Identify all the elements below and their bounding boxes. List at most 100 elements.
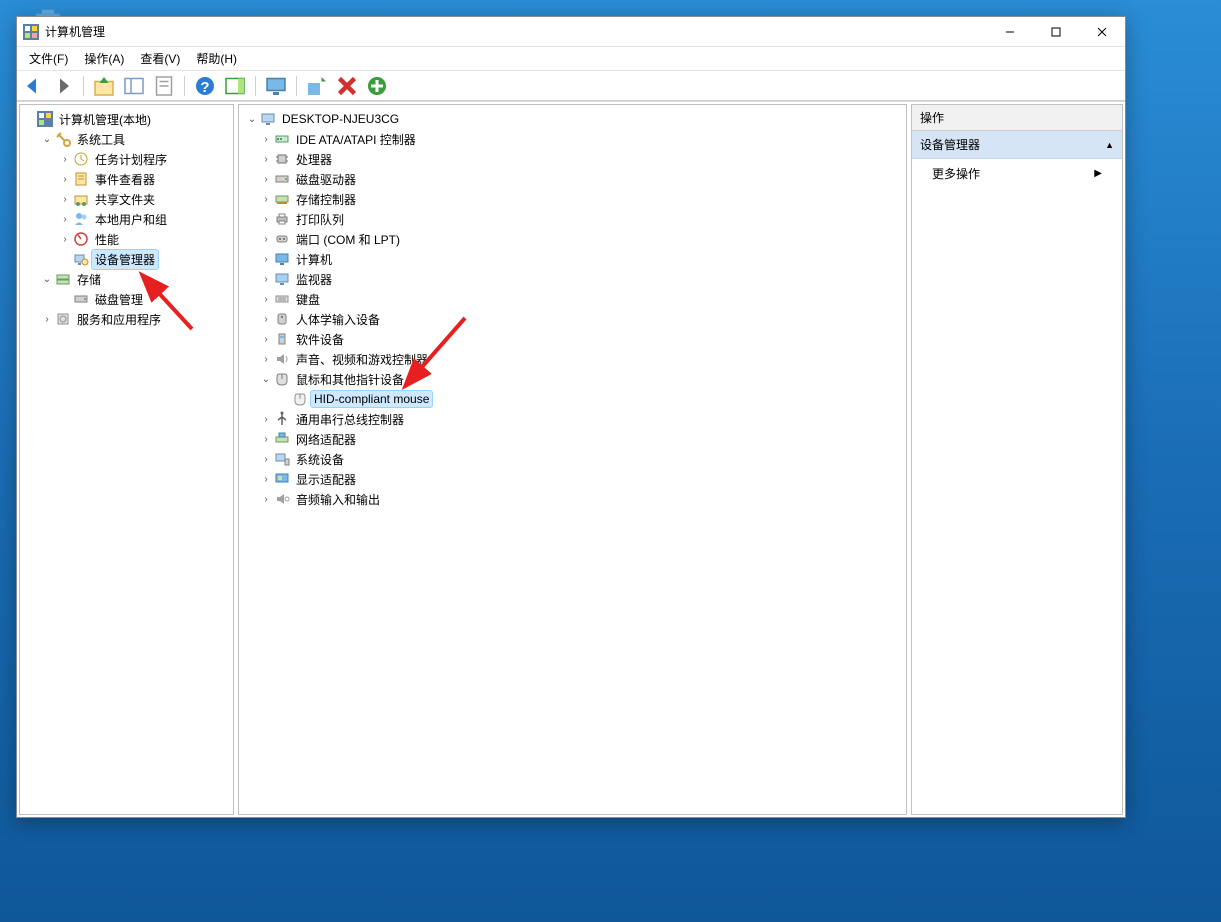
expand-icon[interactable]: › [58,234,72,245]
collapse-icon[interactable]: ⌄ [259,374,273,385]
up-level-button[interactable] [92,74,116,98]
device-computer[interactable]: ›计算机 [259,249,904,269]
device-usb-controllers[interactable]: ›通用串行总线控制器 [259,409,904,429]
device-system-devices[interactable]: ›系统设备 [259,449,904,469]
expand-icon[interactable]: › [259,194,273,205]
tree-disk-management[interactable]: 磁盘管理 [58,289,231,309]
device-hid-compliant-mouse[interactable]: HID-compliant mouse [277,389,904,409]
device-hid-devices[interactable]: ›人体学输入设备 [259,309,904,329]
maximize-button[interactable] [1033,17,1079,47]
expand-icon[interactable]: › [259,454,273,465]
enable-device-button[interactable] [365,74,389,98]
expand-icon[interactable]: › [259,414,273,425]
event-log-icon [72,171,90,187]
menu-file[interactable]: 文件(F) [21,48,76,70]
device-software-devices[interactable]: ›软件设备 [259,329,904,349]
device-root-computer[interactable]: ⌄ DESKTOP-NJEU3CG [241,109,904,129]
mouse-device-icon [291,391,309,407]
properties-button[interactable] [152,74,176,98]
expand-icon[interactable]: › [259,494,273,505]
expand-icon[interactable]: › [58,174,72,185]
menubar: 文件(F) 操作(A) 查看(V) 帮助(H) [17,47,1125,71]
device-audio-io[interactable]: ›音频输入和输出 [259,489,904,509]
device-monitors[interactable]: ›监视器 [259,269,904,289]
tree-local-users-groups[interactable]: › 本地用户和组 [58,209,231,229]
tree-system-tools[interactable]: ⌄ 系统工具 [40,129,231,149]
computer-management-window: 计算机管理 文件(F) 操作(A) 查看(V) 帮助(H) ? [16,16,1126,818]
collapse-triangle-icon: ▲ [1105,140,1114,150]
expand-icon[interactable]: › [259,134,273,145]
expand-icon[interactable]: › [259,474,273,485]
collapse-icon[interactable]: ⌄ [40,274,54,285]
menu-view[interactable]: 查看(V) [132,48,188,70]
close-button[interactable] [1079,17,1125,47]
expand-icon[interactable]: › [259,154,273,165]
collapse-icon[interactable]: ⌄ [40,134,54,145]
device-print-queues[interactable]: ›打印队列 [259,209,904,229]
device-storage-controllers[interactable]: ›存储控制器 [259,189,904,209]
port-icon [273,231,291,247]
device-network-adapters[interactable]: ›网络适配器 [259,429,904,449]
help-button[interactable]: ? [193,74,217,98]
device-mice-pointing[interactable]: ⌄鼠标和其他指针设备 [259,369,904,389]
device-disk-drives[interactable]: ›磁盘驱动器 [259,169,904,189]
device-ports[interactable]: ›端口 (COM 和 LPT) [259,229,904,249]
device-ide-controllers[interactable]: ›IDE ATA/ATAPI 控制器 [259,129,904,149]
actions-section-device-manager[interactable]: 设备管理器 ▲ [912,131,1122,159]
tree-event-viewer[interactable]: › 事件查看器 [58,169,231,189]
disable-device-button[interactable] [335,74,359,98]
expand-icon[interactable]: › [259,354,273,365]
menu-help[interactable]: 帮助(H) [188,48,245,70]
expand-icon[interactable]: › [40,314,54,325]
scan-hardware-button[interactable] [305,74,329,98]
back-button[interactable] [21,74,45,98]
expand-icon[interactable]: › [259,434,273,445]
clock-icon [72,151,90,167]
expand-icon[interactable]: › [58,194,72,205]
submenu-triangle-icon: ▶ [1094,168,1102,179]
body-panes: 计算机管理(本地) ⌄ 系统工具 › [17,101,1125,817]
collapse-icon[interactable]: ⌄ [245,114,259,125]
console-tree-pane[interactable]: 计算机管理(本地) ⌄ 系统工具 › [19,104,234,815]
window-title: 计算机管理 [45,23,987,40]
expand-icon[interactable]: › [259,274,273,285]
actions-pane: 操作 设备管理器 ▲ 更多操作 ▶ [911,104,1123,815]
device-keyboards[interactable]: ›键盘 [259,289,904,309]
storage-icon [54,271,72,287]
expand-icon[interactable]: › [259,334,273,345]
minimize-button[interactable] [987,17,1033,47]
users-icon [72,211,90,227]
tree-services-applications[interactable]: › 服务和应用程序 [40,309,231,329]
expand-icon[interactable]: › [58,214,72,225]
expand-icon[interactable]: › [58,154,72,165]
device-processors[interactable]: ›处理器 [259,149,904,169]
menu-action[interactable]: 操作(A) [76,48,132,70]
expand-icon[interactable]: › [259,254,273,265]
expand-icon[interactable]: › [259,314,273,325]
actions-header: 操作 [912,105,1122,131]
expand-icon[interactable]: › [259,214,273,225]
tree-storage[interactable]: ⌄ 存储 [40,269,231,289]
actions-more-link[interactable]: 更多操作 ▶ [912,159,1122,188]
tree-task-scheduler[interactable]: › 任务计划程序 [58,149,231,169]
pc-icon [273,251,291,267]
device-display-adapters[interactable]: ›显示适配器 [259,469,904,489]
expand-icon[interactable]: › [259,234,273,245]
tree-device-manager[interactable]: 设备管理器 [58,249,231,269]
computer-icon [259,111,277,127]
tree-shared-folders[interactable]: › 共享文件夹 [58,189,231,209]
device-tree-pane[interactable]: ⌄ DESKTOP-NJEU3CG ›IDE ATA/ATAPI 控制器 ›处理… [238,104,907,815]
expand-icon[interactable]: › [259,294,273,305]
device-sound-video-game[interactable]: ›声音、视频和游戏控制器 [259,349,904,369]
ide-icon [273,131,291,147]
hdd-icon [273,171,291,187]
keyboard-icon [273,291,291,307]
forward-button[interactable] [51,74,75,98]
show-actions-pane-button[interactable] [223,74,247,98]
show-hide-tree-button[interactable] [122,74,146,98]
monitor-button[interactable] [264,74,288,98]
tree-root-computer-management[interactable]: 计算机管理(本地) [22,109,231,129]
toolbar-separator [255,76,256,96]
expand-icon[interactable]: › [259,174,273,185]
tree-performance[interactable]: › 性能 [58,229,231,249]
